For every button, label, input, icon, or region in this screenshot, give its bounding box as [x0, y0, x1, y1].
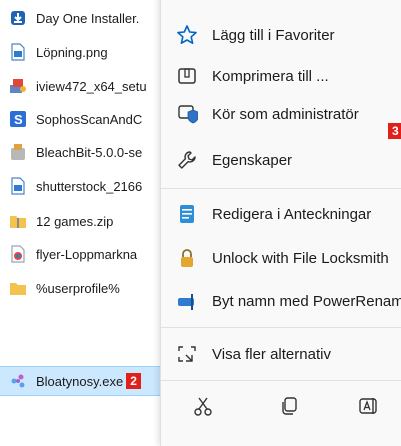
star-icon — [176, 24, 198, 46]
menu-item-edit-notepad[interactable]: Redigera i Anteckningar — [160, 196, 401, 232]
installer-icon — [9, 77, 27, 95]
menu-item-compress[interactable]: Komprimera till ... — [160, 58, 401, 94]
file-item[interactable]: Day One Installer. — [0, 4, 160, 32]
file-name: BleachBit-5.0.0-se — [36, 144, 143, 160]
browser-file-icon — [9, 245, 27, 263]
file-name: Bloatynosy.exe — [36, 373, 124, 389]
menu-item-label: Unlock with File Locksmith — [212, 249, 389, 267]
folder-icon — [9, 279, 27, 297]
menu-item-label: Kör som administratör — [212, 105, 359, 123]
menu-item-label: Komprimera till ... — [212, 67, 329, 85]
sophos-icon: S — [9, 110, 27, 128]
file-item[interactable]: flyer-Loppmarkna — [0, 240, 160, 268]
file-item[interactable]: %userprofile% — [0, 274, 160, 302]
menu-item-label: Byt namn med PowerRename — [212, 292, 401, 310]
more-options-icon — [176, 343, 198, 365]
file-item[interactable]: iview472_x64_setu — [0, 72, 160, 100]
menu-item-file-locksmith[interactable]: Unlock with File Locksmith — [160, 240, 401, 276]
step-marker-badge: 2 — [126, 373, 141, 389]
copy-icon[interactable] — [276, 393, 302, 419]
download-icon — [9, 9, 27, 27]
shield-icon — [176, 103, 198, 125]
file-name: SophosScanAndC — [36, 111, 143, 127]
rename-icon — [176, 290, 198, 312]
step-marker-badge: 3 — [388, 123, 401, 139]
file-name: Day One Installer. — [36, 10, 140, 26]
file-item[interactable]: 12 games.zip — [0, 207, 160, 235]
bleachbit-icon — [9, 143, 27, 161]
menu-item-powerrename[interactable]: Byt namn med PowerRename — [160, 283, 401, 319]
quick-actions-bar — [160, 383, 401, 429]
zip-folder-icon — [9, 212, 27, 230]
notepad-icon — [176, 203, 198, 225]
wrench-icon — [176, 149, 198, 171]
cut-icon[interactable] — [190, 393, 216, 419]
zip-icon — [176, 65, 198, 87]
menu-item-label: Egenskaper — [212, 151, 293, 169]
menu-item-show-more-options[interactable]: Visa fler alternativ — [160, 336, 401, 372]
menu-separator — [160, 188, 401, 189]
file-list: Day One Installer. Löpning.png iview472_… — [0, 0, 161, 429]
file-item[interactable]: shutterstock_2166 — [0, 172, 160, 200]
image-file-icon — [9, 177, 27, 195]
file-name: flyer-Loppmarkna — [36, 246, 138, 262]
menu-separator — [160, 327, 401, 328]
menu-item-label: Redigera i Anteckningar — [212, 205, 372, 223]
file-name: iview472_x64_setu — [36, 78, 147, 94]
menu-separator — [160, 380, 401, 381]
menu-item-add-favorites[interactable]: Lägg till i Favoriter — [160, 17, 401, 53]
file-item[interactable]: Löpning.png — [0, 38, 160, 66]
menu-item-properties[interactable]: Egenskaper — [160, 142, 401, 178]
menu-item-label: Lägg till i Favoriter — [212, 26, 335, 44]
file-item[interactable]: S SophosScanAndC — [0, 105, 160, 133]
file-name: 12 games.zip — [36, 213, 114, 229]
lock-icon — [176, 247, 198, 269]
svg-text:S: S — [14, 112, 23, 127]
image-file-icon — [9, 43, 27, 61]
file-name: Löpning.png — [36, 44, 108, 60]
menu-item-run-as-admin[interactable]: Kör som administratör — [160, 96, 401, 132]
rename-text-icon[interactable] — [356, 393, 382, 419]
file-item[interactable]: BleachBit-5.0.0-se — [0, 138, 160, 166]
app-icon — [9, 372, 27, 390]
menu-item-label: Visa fler alternativ — [212, 345, 331, 363]
file-item-selected[interactable]: Bloatynosy.exe 2 — [0, 366, 161, 396]
file-name: %userprofile% — [36, 280, 120, 296]
file-name: shutterstock_2166 — [36, 178, 143, 194]
